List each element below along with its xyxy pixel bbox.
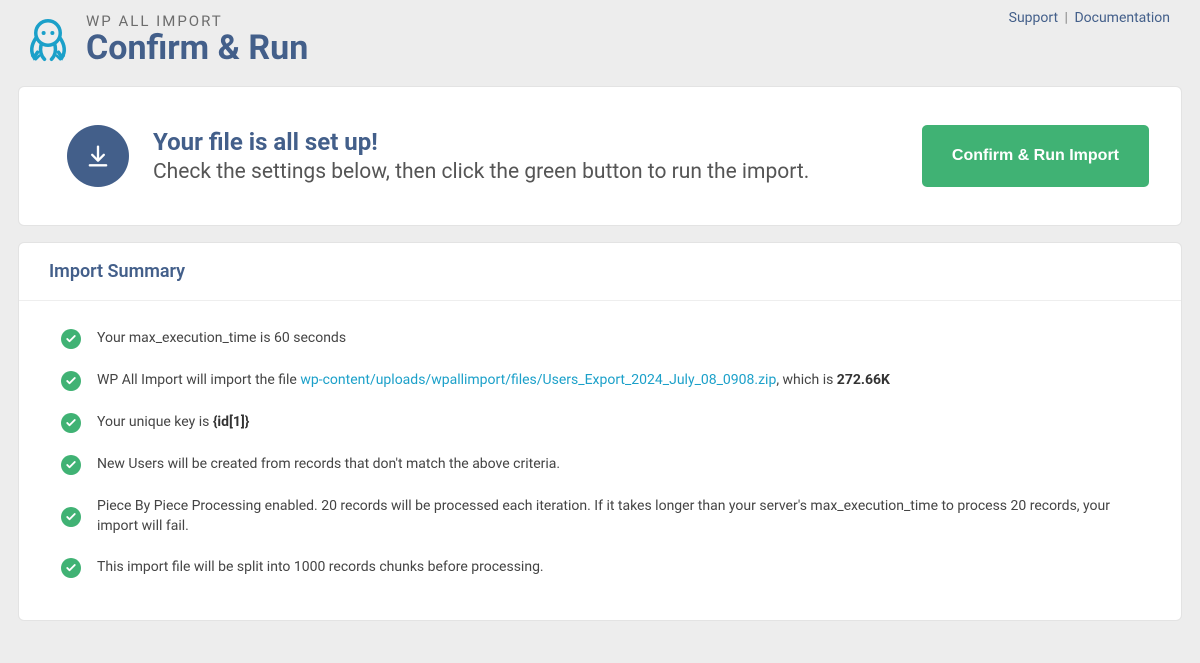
file-path-link: wp-content/uploads/wpallimport/files/Use… <box>300 372 776 388</box>
check-icon <box>61 507 81 527</box>
setup-card: Your file is all set up! Check the setti… <box>18 86 1182 226</box>
check-icon <box>61 371 81 391</box>
file-prefix: WP All Import will import the file <box>97 372 300 388</box>
summary-item-unique-key: Your unique key is {id[1]} <box>61 413 1139 433</box>
summary-title: Import Summary <box>49 261 1151 282</box>
check-icon <box>61 329 81 349</box>
summary-item-file: WP All Import will import the file wp-co… <box>61 371 1139 391</box>
new-users-text: New Users will be created from records t… <box>97 455 560 475</box>
file-size: 272.66K <box>837 372 890 388</box>
confirm-run-button[interactable]: Confirm & Run Import <box>922 125 1149 187</box>
summary-item-new-users: New Users will be created from records t… <box>61 455 1139 475</box>
summary-item-exec-time: Your max_execution_time is 60 seconds <box>61 329 1139 349</box>
unique-key-value: {id[1]} <box>213 414 250 430</box>
download-circle-icon <box>67 125 129 187</box>
split-text: This import file will be split into 1000… <box>97 558 544 578</box>
support-link[interactable]: Support <box>1009 10 1058 26</box>
page-title: Confirm & Run <box>86 28 308 68</box>
check-icon <box>61 558 81 578</box>
logo-block: WP ALL IMPORT Confirm & Run <box>20 12 308 68</box>
summary-item-piece: Piece By Piece Processing enabled. 20 re… <box>61 497 1139 536</box>
check-icon <box>61 455 81 475</box>
summary-item-split: This import file will be split into 1000… <box>61 558 1139 578</box>
setup-title: Your file is all set up! <box>153 128 922 156</box>
unique-key-prefix: Your unique key is <box>97 414 213 430</box>
file-mid: , which is <box>776 372 836 388</box>
documentation-link[interactable]: Documentation <box>1074 10 1170 26</box>
setup-subtitle: Check the settings below, then click the… <box>153 160 922 184</box>
summary-card: Import Summary Your max_execution_time i… <box>18 242 1182 621</box>
piece-text: Piece By Piece Processing enabled. 20 re… <box>97 497 1139 536</box>
page-header: WP ALL IMPORT Confirm & Run Support | Do… <box>0 0 1200 86</box>
top-links: Support | Documentation <box>1009 10 1170 26</box>
summary-body: Your max_execution_time is 60 seconds WP… <box>19 301 1181 620</box>
check-icon <box>61 413 81 433</box>
link-divider: | <box>1065 10 1068 26</box>
exec-time-value: 60 seconds <box>274 330 346 346</box>
octopus-logo-icon <box>20 12 76 68</box>
exec-time-prefix: Your max_execution_time is <box>97 330 274 346</box>
summary-header: Import Summary <box>19 243 1181 301</box>
